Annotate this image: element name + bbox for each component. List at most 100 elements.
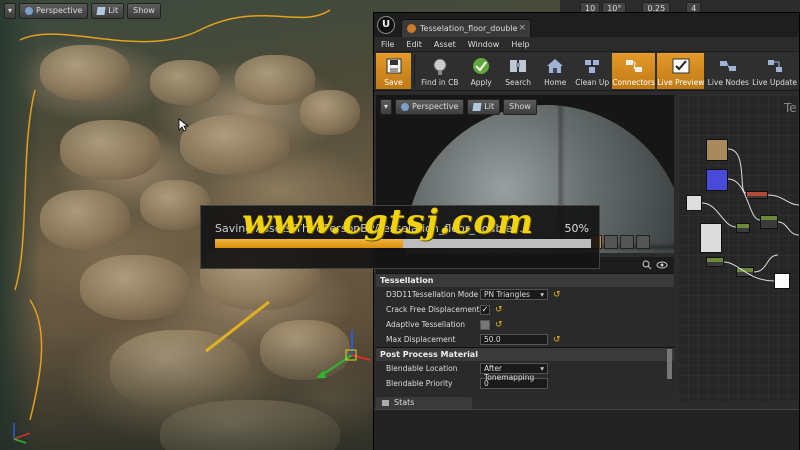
live-update-label: Live Update [752,78,798,87]
preview-show-button[interactable]: Show [503,99,537,115]
reset-to-default-icon[interactable]: ↺ [553,290,561,300]
viewport-toolbar: ▾ Perspective Lit Show [4,3,161,19]
axis-indicator-icon [13,423,31,444]
editor-tab-bar: U Tesselation_floor_double × [374,13,799,37]
live-nodes-button[interactable]: Live Nodes [706,53,750,89]
search-label: Search [505,78,532,87]
blendable-priority-label: Blendable Priority [386,379,453,388]
home-icon [544,56,566,76]
watermark-text: www.cgtsj.com [242,202,535,242]
mouse-cursor-icon [178,118,188,132]
live-preview-button[interactable]: Live Preview [657,53,705,89]
live-preview-icon [670,56,692,76]
stats-tab[interactable]: Stats [376,397,472,409]
reset-to-default-icon[interactable]: ↺ [495,320,503,330]
unreal-logo-icon: U [377,16,395,34]
apply-button[interactable]: Apply [464,53,499,89]
menu-edit[interactable]: Edit [406,40,422,49]
preview-lit-label: Lit [484,102,495,111]
progress-percent: 50% [564,222,589,235]
cylinder-shape-icon[interactable] [620,235,634,249]
show-label: Show [133,6,155,15]
save-icon [383,56,405,76]
max-displacement-input[interactable]: 50.0 [480,334,548,345]
search-button[interactable]: Search [501,53,536,89]
details-scrollbar[interactable] [667,349,672,379]
document-tab-title: Tesselation_floor_double [420,24,518,33]
menu-bar: File Edit Asset Window Help [374,37,799,51]
toolbar-separator [414,55,415,87]
blendable-location-label: Blendable Location [386,364,458,373]
apply-label: Apply [470,78,492,87]
stats-panel [374,409,799,450]
reset-to-default-icon[interactable]: ↺ [553,335,561,345]
perspective-label: Perspective [36,6,83,15]
screen: ▾ Perspective Lit Show 10 10° 0.25 4 U T… [0,0,800,450]
live-update-icon [764,56,786,76]
blendable-location-dropdown[interactable]: After Tonemapping [480,363,548,382]
tessellation-category[interactable]: Tessellation [376,273,674,287]
chevron-down-icon: ▾ [383,102,388,111]
transform-gizmo[interactable] [312,330,372,390]
find-in-cb-label: Find in CB [421,78,459,87]
lit-button[interactable]: Lit [91,3,125,19]
menu-window[interactable]: Window [468,40,500,49]
details-panel: Tessellation D3D11Tessellation Mode PN T… [376,257,674,397]
search-icon[interactable] [642,260,652,270]
property-row: D3D11Tessellation Mode PN Triangles ↺ [376,287,674,302]
connectors-button[interactable]: Connectors [611,53,656,89]
connectors-label: Connectors [612,78,655,87]
menu-asset[interactable]: Asset [434,40,456,49]
preview-toolbar: ▾ Perspective Lit Show [380,99,537,115]
clean-up-button[interactable]: Clean Up [575,53,610,89]
adaptive-tessellation-label: Adaptive Tessellation [386,320,466,329]
search-icon [507,56,529,76]
material-graph[interactable]: Te [678,95,799,401]
max-displacement-label: Max Displacement [386,335,456,344]
connectors-icon [623,56,645,76]
preview-perspective-label: Perspective [412,102,459,111]
perspective-icon [401,103,409,111]
lit-label: Lit [108,6,119,15]
live-update-button[interactable]: Live Update [752,53,797,89]
reset-to-default-icon[interactable]: ↺ [495,305,503,315]
home-button[interactable]: Home [538,53,573,89]
preview-show-label: Show [509,102,531,111]
property-row: Adaptive Tessellation ↺ [376,317,674,332]
property-row: Blendable Location After Tonemapping [376,361,674,382]
clean-up-icon [581,56,603,76]
menu-file[interactable]: File [381,40,394,49]
live-nodes-label: Live Nodes [707,78,749,87]
live-nodes-icon [717,56,739,76]
eye-icon[interactable] [656,260,670,270]
apply-icon [470,56,492,76]
graph-wires [701,148,799,282]
live-preview-label: Live Preview [657,78,705,87]
show-button[interactable]: Show [127,3,161,19]
perspective-icon [25,7,33,15]
chevron-down-icon: ▾ [7,6,12,15]
close-tab-icon[interactable]: × [518,20,526,37]
post-process-category[interactable]: Post Process Material [376,347,674,361]
property-row: Crack Free Displacement ✓ ↺ [376,302,674,317]
preview-lit-button[interactable]: Lit [467,99,501,115]
menu-help[interactable]: Help [511,40,529,49]
find-in-cb-button[interactable]: Find in CB [418,53,462,89]
preview-options-button[interactable]: ▾ [380,99,392,115]
cube-shape-icon[interactable] [604,235,618,249]
editor-toolbar: Save Find in CB Apply Search Home Clean … [374,51,799,91]
property-row: Max Displacement 50.0 ↺ [376,332,674,347]
viewport-options-button[interactable]: ▾ [4,3,16,19]
crack-free-displacement-checkbox[interactable]: ✓ [480,304,490,315]
crack-free-displacement-label: Crack Free Displacement [386,305,480,314]
find-in-cb-icon [429,56,451,76]
plane-shape-icon[interactable] [636,235,650,249]
save-button[interactable]: Save [376,53,412,89]
tessellation-mode-dropdown[interactable]: PN Triangles [480,289,548,300]
adaptive-tessellation-checkbox[interactable] [480,319,490,330]
tessellation-mode-label: D3D11Tessellation Mode [386,290,479,299]
document-tab[interactable]: Tesselation_floor_double × [401,19,531,37]
clean-up-label: Clean Up [575,78,610,87]
perspective-button[interactable]: Perspective [19,3,89,19]
preview-perspective-button[interactable]: Perspective [395,99,465,115]
